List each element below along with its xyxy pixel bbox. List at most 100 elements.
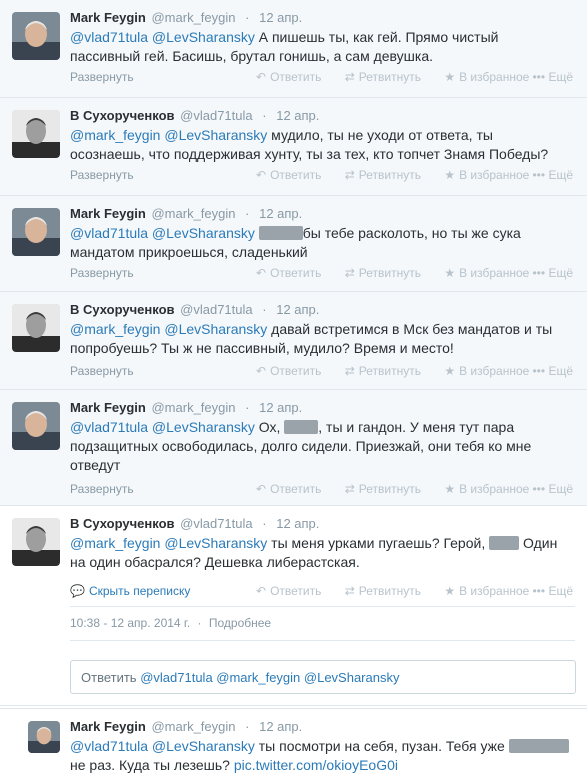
tweet-body-a: Ох,: [254, 419, 285, 435]
details-link[interactable]: Подробнее: [209, 616, 271, 630]
tweet-date[interactable]: 12 апр.: [259, 400, 302, 415]
favorite-button[interactable]: ★ В избранное: [444, 364, 529, 378]
favorite-button[interactable]: ★ В избранное: [444, 482, 529, 496]
avatar[interactable]: [12, 304, 60, 352]
separator: ·: [245, 400, 250, 415]
author-name[interactable]: В Сухорученков: [70, 108, 175, 123]
tweet-date[interactable]: 12 апр.: [276, 302, 319, 317]
tweet-header: Mark Feygin @mark_feygin · 12 апр.: [70, 400, 302, 415]
reply-button[interactable]: ↶ Ответить: [256, 584, 321, 598]
more-dots-icon: •••: [532, 168, 546, 182]
mentions[interactable]: @vlad71tula @LevSharansky: [70, 738, 255, 754]
favorite-button[interactable]: ★ В избранное: [444, 70, 529, 84]
retweet-icon: ⇄: [344, 584, 355, 598]
tweet[interactable]: В Сухорученков @vlad71tula · 12 апр. @ma…: [0, 292, 587, 390]
avatar[interactable]: [12, 518, 60, 566]
favorite-label: В избранное: [459, 70, 530, 84]
mentions[interactable]: @mark_feygin @LevSharansky: [70, 127, 267, 143]
more-button[interactable]: ••• Ещё: [532, 168, 573, 182]
author-handle[interactable]: @vlad71tula: [180, 516, 252, 531]
reply-button[interactable]: ↶ Ответить: [256, 482, 321, 496]
tweet[interactable]: Mark Feygin @mark_feygin · 12 апр. @vlad…: [0, 196, 587, 292]
retweet-button[interactable]: ⇄ Ретвитнуть: [345, 482, 421, 496]
author-name[interactable]: Mark Feygin: [70, 206, 146, 221]
favorite-button[interactable]: ★ В избранное: [444, 266, 529, 280]
author-handle[interactable]: @vlad71tula: [180, 302, 252, 317]
tweet-date[interactable]: 12 апр.: [276, 516, 319, 531]
reply-arrow-icon: ↶: [256, 482, 267, 496]
mentions[interactable]: @mark_feygin @LevSharansky: [70, 321, 267, 337]
author-name[interactable]: Mark Feygin: [70, 400, 146, 415]
tweet-text: @mark_feygin @LevSharansky мудило, ты не…: [70, 126, 570, 164]
avatar[interactable]: [12, 208, 60, 256]
tweet[interactable]: Mark Feygin @mark_feygin · 12 апр. @vlad…: [0, 708, 587, 776]
more-button[interactable]: ••• Ещё: [532, 266, 573, 280]
tweet-date[interactable]: 12 апр.: [259, 10, 302, 25]
avatar[interactable]: [28, 721, 60, 753]
tweet-header: В Сухорученков @vlad71tula · 12 апр.: [70, 516, 319, 531]
reply-input[interactable]: Ответить @vlad71tula @mark_feygin @LevSh…: [70, 660, 576, 694]
reply-arrow-icon: ↶: [256, 584, 267, 598]
hide-conversation-link[interactable]: 💬 Скрыть переписку: [70, 584, 190, 598]
reply-button[interactable]: ↶ Ответить: [256, 168, 321, 182]
expand-link[interactable]: Развернуть: [70, 70, 134, 84]
tweet-header: В Сухорученков @vlad71tula · 12 апр.: [70, 108, 319, 123]
favorite-label: В избранное: [459, 168, 530, 182]
author-handle[interactable]: @mark_feygin: [151, 10, 235, 25]
author-name[interactable]: В Сухорученков: [70, 516, 175, 531]
tweet[interactable]: В Сухорученков @vlad71tula · 12 апр. @ma…: [0, 98, 587, 196]
retweet-icon: ⇄: [344, 482, 355, 496]
author-handle[interactable]: @vlad71tula: [180, 108, 252, 123]
avatar[interactable]: [12, 12, 60, 60]
mentions[interactable]: @vlad71tula @LevSharansky: [70, 419, 255, 435]
reply-label: Ответить: [270, 584, 322, 598]
more-dots-icon: •••: [532, 584, 546, 598]
expand-link[interactable]: Развернуть: [70, 168, 134, 182]
tweet-date[interactable]: 12 апр.: [259, 206, 302, 221]
expand-link[interactable]: Развернуть: [70, 482, 134, 496]
more-button[interactable]: ••• Ещё: [532, 364, 573, 378]
tweet-body-a: ты меня урками пугаешь? Герой,: [267, 535, 490, 551]
retweet-button[interactable]: ⇄ Ретвитнуть: [345, 70, 421, 84]
divider: [70, 606, 575, 607]
tweet-date[interactable]: 12 апр.: [259, 719, 302, 734]
reply-button[interactable]: ↶ Ответить: [256, 364, 321, 378]
mentions[interactable]: @mark_feygin @LevSharansky: [70, 535, 267, 551]
separator: ·: [245, 10, 250, 25]
tweet[interactable]: Mark Feygin @mark_feygin · 12 апр. @vlad…: [0, 0, 587, 98]
author-name[interactable]: Mark Feygin: [70, 719, 146, 734]
tweet-date[interactable]: 12 апр.: [276, 108, 319, 123]
author-handle[interactable]: @mark_feygin: [151, 206, 235, 221]
tweet-text: @mark_feygin @LevSharansky ты меня уркам…: [70, 534, 570, 572]
retweet-button[interactable]: ⇄ Ретвитнуть: [345, 364, 421, 378]
author-handle[interactable]: @mark_feygin: [151, 400, 235, 415]
timestamp[interactable]: 10:38 - 12 апр. 2014 г.: [70, 616, 190, 630]
more-label: Ещё: [548, 266, 573, 280]
avatar[interactable]: [12, 402, 60, 450]
avatar[interactable]: [12, 110, 60, 158]
author-name[interactable]: В Сухорученков: [70, 302, 175, 317]
more-button[interactable]: ••• Ещё: [532, 584, 573, 598]
tweet[interactable]: Mark Feygin @mark_feygin · 12 апр. @vlad…: [0, 390, 587, 506]
expand-link[interactable]: Развернуть: [70, 364, 134, 378]
expand-link[interactable]: Развернуть: [70, 266, 134, 280]
tweet-text: @vlad71tula @LevSharansky ты посмотри на…: [70, 737, 570, 775]
favorite-button[interactable]: ★ В избранное: [444, 168, 529, 182]
favorite-button[interactable]: ★ В избранное: [444, 584, 529, 598]
more-button[interactable]: ••• Ещё: [532, 70, 573, 84]
more-button[interactable]: ••• Ещё: [532, 482, 573, 496]
retweet-button[interactable]: ⇄ Ретвитнуть: [345, 266, 421, 280]
reply-button[interactable]: ↶ Ответить: [256, 70, 321, 84]
reply-button[interactable]: ↶ Ответить: [256, 266, 321, 280]
reply-mentions: @vlad71tula @mark_feygin @LevSharansky: [140, 670, 400, 685]
author-handle[interactable]: @mark_feygin: [151, 719, 235, 734]
retweet-icon: ⇄: [344, 364, 355, 378]
tweet-body-b: не раз. Куда ты лезешь?: [70, 757, 234, 773]
tweet-header: Mark Feygin @mark_feygin · 12 апр.: [70, 10, 302, 25]
pic-link[interactable]: pic.twitter.com/okioyEoG0i: [234, 757, 398, 773]
retweet-button[interactable]: ⇄ Ретвитнуть: [345, 584, 421, 598]
author-name[interactable]: Mark Feygin: [70, 10, 146, 25]
mentions[interactable]: @vlad71tula @LevSharansky: [70, 29, 255, 45]
mentions[interactable]: @vlad71tula @LevSharansky: [70, 225, 255, 241]
retweet-button[interactable]: ⇄ Ретвитнуть: [345, 168, 421, 182]
